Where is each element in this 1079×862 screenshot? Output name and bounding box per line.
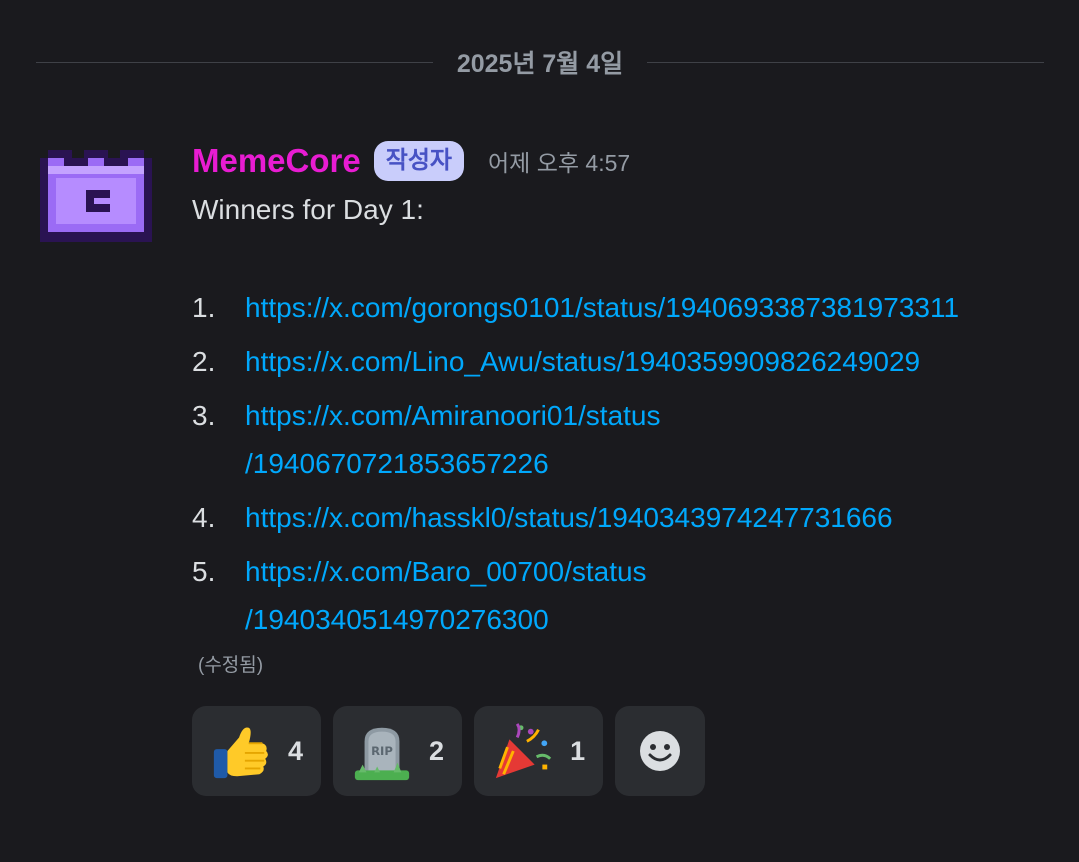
message-header: MemeCore 작성자 어제 오후 4:57 [192,136,1062,186]
reaction-party-popper[interactable]: 1 [474,706,604,796]
svg-text:RIP: RIP [371,744,393,758]
list-number: 2. [192,346,216,377]
list-item: 5. https://x.com/Baro_00700/status /1940… [192,548,1062,644]
winner-link[interactable]: https://x.com/hasskl0/status/19403439742… [245,494,1062,542]
winner-link[interactable]: https://x.com/Amiranoori01/status /19406… [245,392,1062,488]
winner-link[interactable]: https://x.com/Baro_00700/status /1940340… [245,548,1062,644]
winner-link[interactable]: https://x.com/gorongs0101/status/1940693… [245,284,1062,332]
username[interactable]: MemeCore [192,142,361,180]
reaction-headstone[interactable]: RIP 2 [333,706,463,796]
message: MemeCore 작성자 어제 오후 4:57 Winners for Day … [192,136,1062,677]
reaction-count: 2 [429,735,445,766]
avatar[interactable] [40,150,152,242]
add-reaction-button[interactable] [615,706,706,796]
thumbs-up-icon [213,727,268,779]
chat-view: 2025년 7월 4일 MemeCore 작성자 어제 오후 4:57 Winn… [0,0,1079,862]
reactions-bar: 4 RIP 2 1 [192,706,717,796]
reaction-count: 4 [288,735,304,766]
date-divider: 2025년 7월 4일 [36,40,1045,84]
reaction-thumbs-up[interactable]: 4 [192,706,322,796]
timestamp[interactable]: 어제 오후 4:57 [488,144,630,178]
divider-line-left [36,61,433,63]
party-popper-icon [495,723,552,779]
headstone-rip-icon: RIP [354,727,410,781]
winners-list: 1. https://x.com/gorongs0101/status/1940… [192,284,1062,644]
divider-line-right [647,61,1045,63]
winner-link[interactable]: https://x.com/Lino_Awu/status/1940359909… [245,338,1062,386]
author-badge: 작성자 [373,141,464,181]
divider-date: 2025년 7월 4일 [456,50,624,78]
list-item: 2. https://x.com/Lino_Awu/status/1940359… [192,338,1062,386]
list-item: 4. https://x.com/hasskl0/status/19403439… [192,494,1062,542]
reaction-count: 1 [570,735,586,766]
message-intro: Winners for Day 1: [192,194,424,225]
list-number: 5. [192,556,216,587]
smiley-face-icon [640,731,681,771]
list-item: 3. https://x.com/Amiranoori01/status /19… [192,392,1062,488]
list-number: 4. [192,502,216,533]
list-number: 3. [192,400,216,431]
edited-label: (수정됨) [198,655,264,676]
list-number: 1. [192,292,216,323]
list-item: 1. https://x.com/gorongs0101/status/1940… [192,284,1062,332]
